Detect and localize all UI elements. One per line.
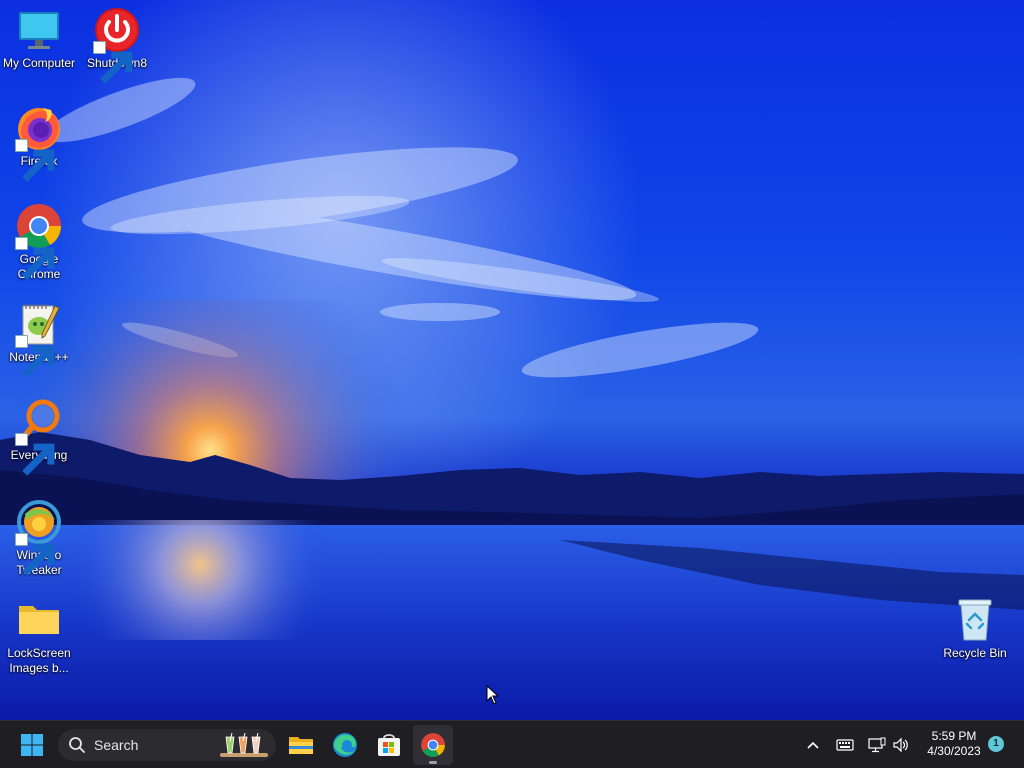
desktop-icon-google-chrome[interactable]: Google Chrome	[0, 202, 78, 282]
desktop-icon-recycle-bin[interactable]: Recycle Bin	[936, 596, 1014, 661]
shortcut-arrow-icon	[15, 433, 55, 476]
monitor-icon	[15, 6, 63, 54]
edge-icon	[333, 733, 357, 757]
network-icon	[868, 737, 886, 753]
tray-network-button[interactable]	[866, 733, 888, 757]
store-icon	[378, 734, 400, 756]
tray-overflow-button[interactable]	[802, 733, 824, 757]
shortcut-arrow-icon	[15, 533, 55, 576]
recycle-bin-icon	[951, 596, 999, 644]
tray-volume-button[interactable]	[890, 733, 912, 757]
desktop-icon-winaero-tweaker[interactable]: Winaero Tweaker	[0, 498, 78, 578]
volume-icon	[893, 737, 908, 753]
tray-keyboard-button[interactable]	[834, 733, 856, 757]
clock-date: 4/30/2023	[927, 744, 981, 758]
shortcut-arrow-icon	[15, 237, 55, 280]
search-highlight-drinks-icon	[220, 732, 268, 757]
firefox-icon	[15, 104, 63, 182]
search-label: Search	[94, 737, 139, 753]
start-button[interactable]	[12, 725, 52, 765]
chevron-up-icon	[807, 741, 819, 749]
taskbar-clock[interactable]: 5:59 PM 4/30/2023	[918, 729, 990, 759]
winaero-icon	[15, 498, 63, 576]
desktop-icon-label: LockScreen Images b...	[7, 646, 71, 675]
shortcut-arrow-icon	[93, 41, 133, 84]
folder-icon	[15, 596, 63, 644]
taskbar-search-box[interactable]: Search	[58, 729, 276, 761]
taskbar-edge-button[interactable]	[325, 725, 365, 765]
taskbar-store-button[interactable]	[369, 725, 409, 765]
taskbar[interactable]: Search 5:59 PM 4/30/2023	[0, 720, 1024, 768]
power-icon	[93, 6, 141, 84]
keyboard-icon	[836, 739, 854, 751]
desktop-icon-notepad-plus-plus[interactable]: Notepad++	[0, 300, 78, 378]
notification-badge[interactable]: 1	[988, 736, 1004, 752]
chrome-icon	[421, 733, 445, 757]
file-explorer-icon	[289, 737, 313, 754]
desktop-icon-shutdown8[interactable]: Shutdown8	[78, 6, 156, 84]
taskbar-file-explorer-button[interactable]	[281, 725, 321, 765]
desktop-icon-firefox[interactable]: Firefox	[0, 104, 78, 182]
start-icon	[21, 734, 43, 756]
magnifier-icon	[15, 398, 63, 476]
desktop-icon-label: My Computer	[2, 56, 76, 70]
notepad-icon	[15, 300, 63, 378]
desktop-icon-label: Recycle Bin	[943, 646, 1007, 660]
shortcut-arrow-icon	[15, 139, 55, 182]
clock-time: 5:59 PM	[931, 729, 977, 743]
desktop-icon-everything[interactable]: Everything	[0, 398, 78, 476]
desktop-wallpaper[interactable]	[0, 0, 1024, 720]
shortcut-arrow-icon	[15, 335, 55, 378]
chrome-icon	[15, 202, 63, 280]
taskbar-chrome-button[interactable]	[413, 725, 453, 765]
mouse-cursor-icon	[486, 685, 500, 705]
desktop-icon-my-computer[interactable]: My Computer	[0, 6, 78, 71]
desktop-icon-lockscreen-images[interactable]: LockScreen Images b...	[0, 596, 78, 676]
search-icon	[69, 737, 85, 753]
